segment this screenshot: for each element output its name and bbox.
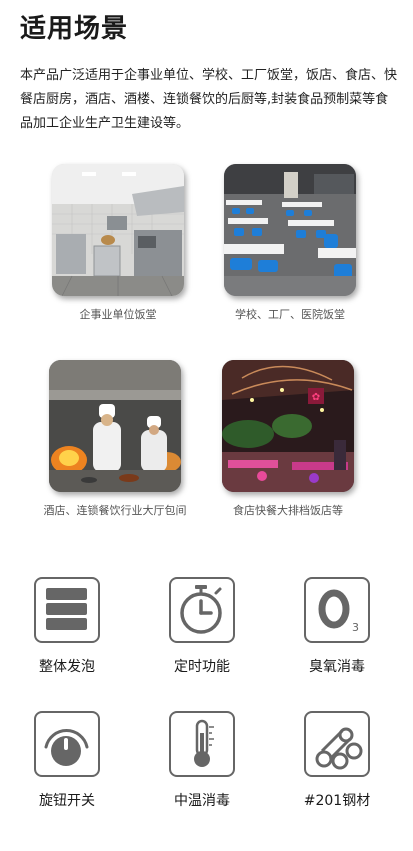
ozone-subscript: 3: [352, 621, 359, 634]
feature-label-temperature: 中温消毒: [174, 793, 230, 809]
foam-layers-icon: [34, 577, 100, 643]
thermometer-icon: [169, 711, 235, 777]
scene-kitchen-image: [52, 164, 184, 296]
stopwatch-icon: [169, 577, 235, 643]
feature-label-foam: 整体发泡: [39, 659, 95, 675]
steel-pipes-icon: [304, 711, 370, 777]
svg-text:✿: ✿: [312, 392, 320, 403]
scene-caption: 食店快餐大排档饭店等: [233, 504, 343, 517]
scene-night-market-image: ✿: [222, 360, 354, 492]
feature-label-knob: 旋钮开关: [39, 793, 95, 809]
ozone-icon: 3: [304, 577, 370, 643]
feature-label-steel: #201钢材: [303, 793, 371, 809]
feature-label-ozone: 臭氧消毒: [309, 659, 365, 675]
scene-caption: 企事业单位饭堂: [79, 308, 157, 321]
page-description: 本产品广泛适用于企事业单位、学校、工厂饭堂，饭店、食店、快餐店厨房，酒店、酒楼、…: [20, 68, 398, 131]
feature-label-timer: 定时功能: [174, 659, 230, 675]
scene-chefs-image: [49, 360, 181, 492]
scene-caption: 学校、工厂、医院饭堂: [235, 308, 345, 321]
page-title: 适用场景: [20, 14, 129, 44]
scene-canteen-image: [224, 164, 356, 296]
knob-icon: [34, 711, 100, 777]
scene-caption: 酒店、连锁餐饮行业大厅包间: [43, 504, 187, 517]
